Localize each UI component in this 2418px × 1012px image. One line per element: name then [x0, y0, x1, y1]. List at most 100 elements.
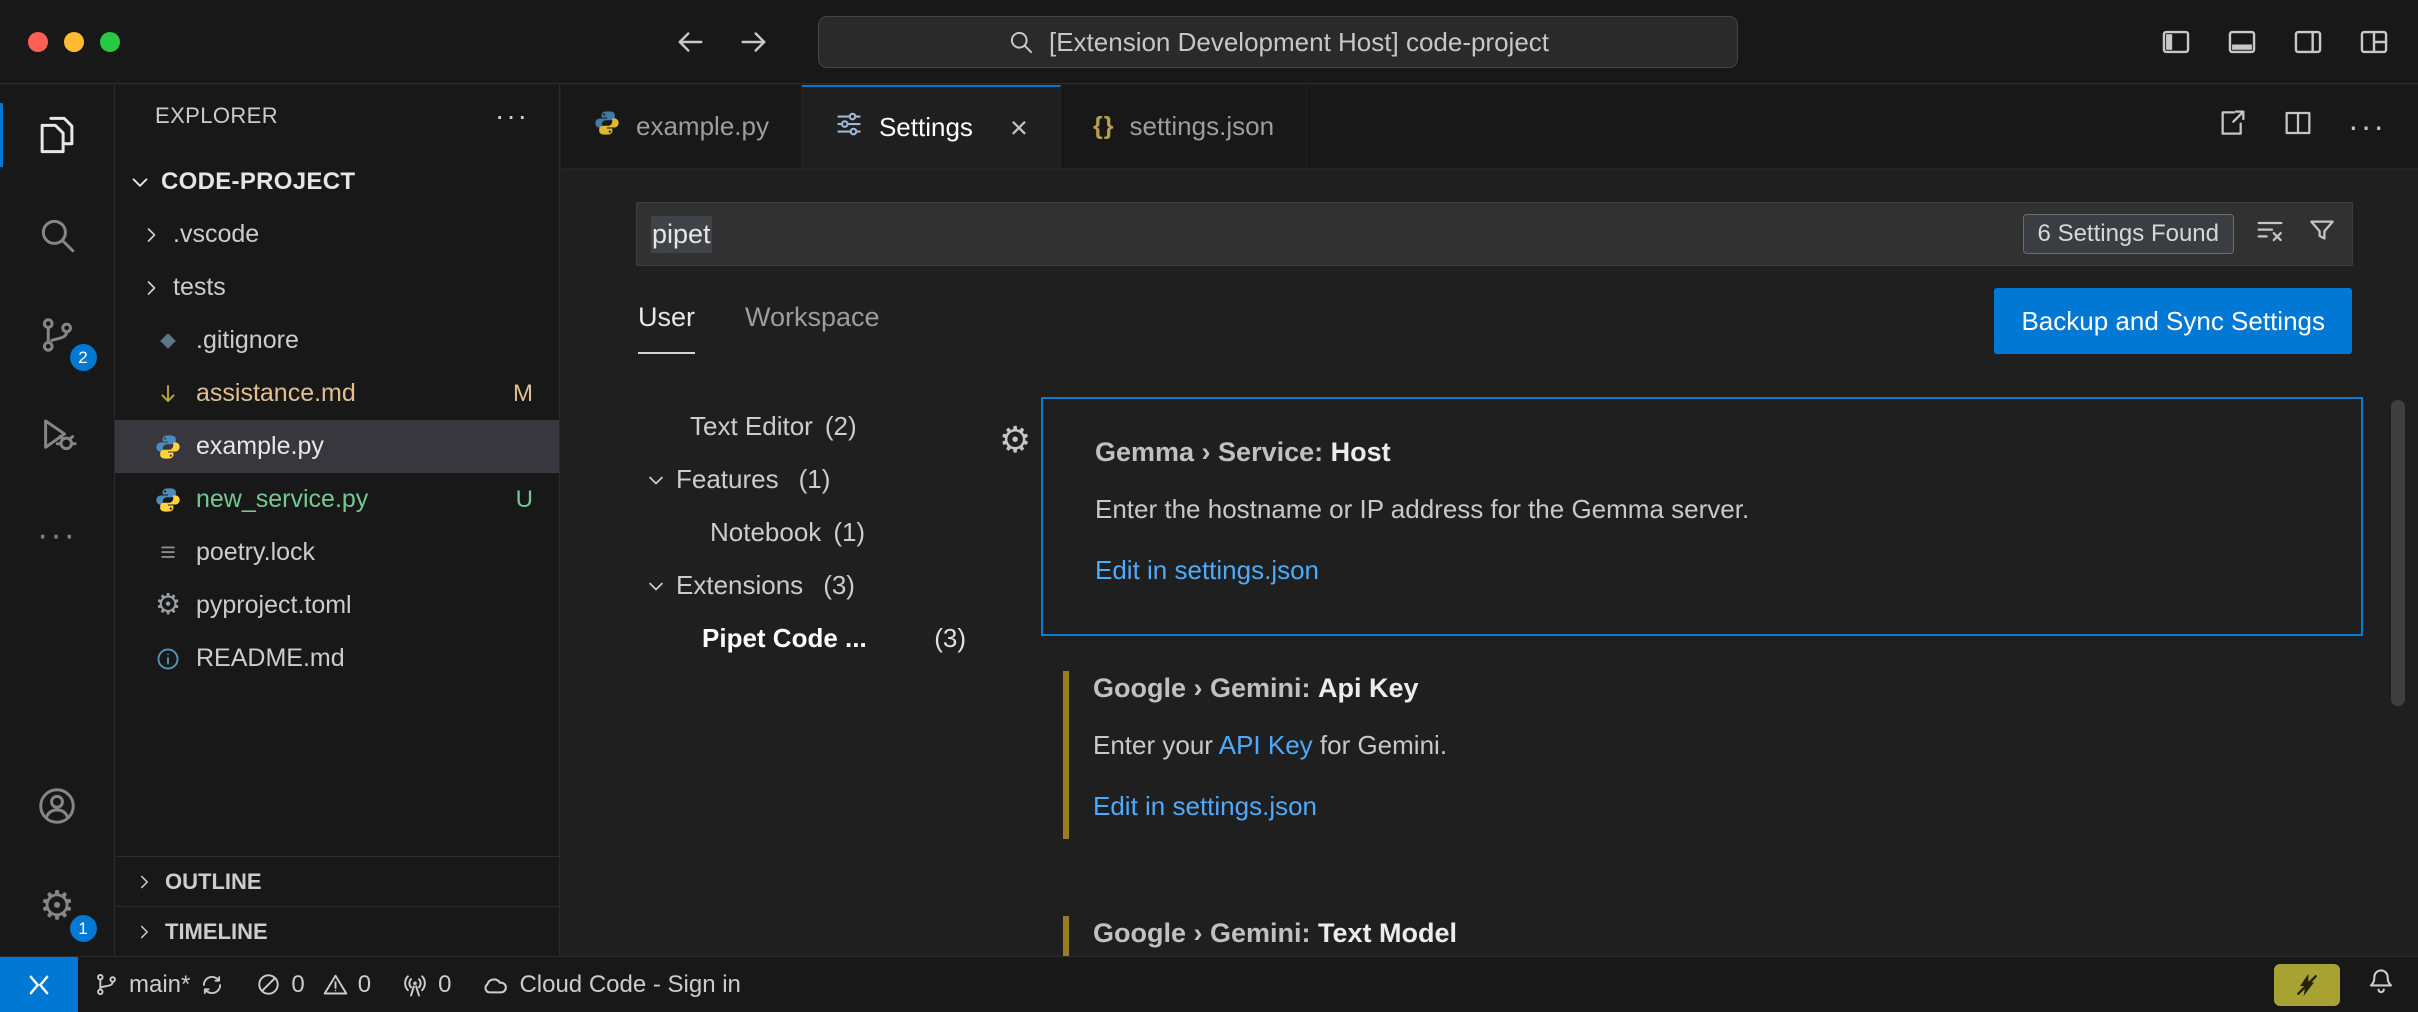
settings-gear-icon[interactable]: ⚙ 1	[0, 856, 115, 956]
settings-editor: pipet 6 Settings Found User Workspace Ba…	[561, 170, 2418, 956]
title-bar: [Extension Development Host] code-projec…	[0, 0, 2418, 84]
tab-settings-json[interactable]: {} settings.json	[1061, 85, 1307, 168]
setting-description: Enter the hostname or IP address for the…	[1095, 493, 2321, 525]
backup-sync-settings-button[interactable]: Backup and Sync Settings	[1994, 288, 2352, 354]
modified-indicator	[1063, 671, 1069, 839]
source-control-view-icon[interactable]: 2	[0, 285, 115, 385]
remote-icon	[24, 970, 54, 1000]
explorer-view-icon[interactable]	[0, 85, 115, 185]
toc-features[interactable]: Features (1)	[636, 453, 966, 506]
toggle-secondary-sidebar-icon[interactable]	[2290, 24, 2326, 60]
close-tab-icon[interactable]: ×	[1010, 112, 1028, 143]
warnings-count: 0	[358, 971, 371, 999]
tab-settings[interactable]: Settings ×	[802, 85, 1061, 168]
sync-icon	[199, 972, 225, 998]
warnings-icon	[322, 971, 349, 998]
search-controls: 6 Settings Found	[2023, 214, 2338, 254]
accounts-icon[interactable]	[0, 756, 115, 856]
close-window-button[interactable]	[28, 32, 48, 52]
cloud-icon	[481, 970, 510, 999]
tree-item-tests[interactable]: tests	[115, 261, 559, 314]
ports-status[interactable]: 0	[386, 957, 466, 1012]
open-settings-json-icon[interactable]	[2216, 107, 2248, 146]
more-views-icon[interactable]: ···	[0, 485, 115, 585]
problems-status[interactable]: 0 0	[240, 957, 386, 1012]
outline-section[interactable]: OUTLINE	[115, 856, 559, 906]
chevron-right-icon	[133, 921, 155, 943]
settings-search-input[interactable]: pipet 6 Settings Found	[636, 202, 2353, 266]
edit-in-settings-json-link[interactable]: Edit in settings.json	[1095, 555, 2321, 586]
cloud-code-label: Cloud Code - Sign in	[519, 971, 740, 999]
settings-scope-tabs: User Workspace	[638, 296, 880, 354]
search-view-icon[interactable]	[0, 185, 115, 285]
setting-title: Google › Gemini: Text Model	[1093, 916, 2323, 950]
edit-in-settings-json-link[interactable]: Edit in settings.json	[1093, 791, 2323, 822]
minimize-window-button[interactable]	[64, 32, 84, 52]
settings-sliders-icon	[834, 109, 864, 146]
editor-region: example.py Settings × {} settings.json ·…	[561, 85, 2418, 956]
modified-indicator	[1063, 916, 1069, 956]
lightning-off-icon[interactable]	[2274, 964, 2340, 1006]
forward-button[interactable]	[736, 24, 772, 60]
chevron-right-icon	[139, 223, 163, 247]
tree-item-readme-md[interactable]: README.md	[115, 632, 559, 685]
toc-text-editor[interactable]: Text Editor (2)	[636, 400, 966, 453]
customize-layout-icon[interactable]	[2356, 24, 2392, 60]
activity-bar: 2 ··· ⚙ 1	[0, 85, 115, 956]
setting-row-gear-icon[interactable]: ⚙	[999, 422, 1031, 458]
branch-icon	[93, 971, 120, 998]
tree-item-example-py[interactable]: example.py	[115, 420, 559, 473]
errors-count: 0	[291, 971, 304, 999]
settings-gear-badge: 1	[70, 915, 97, 942]
filter-settings-icon[interactable]	[2306, 215, 2338, 254]
setting-gemma-service-host[interactable]: Gemma › Service: Host Enter the hostname…	[1041, 397, 2363, 636]
timeline-section[interactable]: TIMELINE	[115, 906, 559, 956]
branch-name: main*	[129, 971, 190, 999]
tab-example-py[interactable]: example.py	[561, 85, 802, 168]
scope-tab-user[interactable]: User	[638, 296, 695, 354]
cloud-code-status[interactable]: Cloud Code - Sign in	[466, 957, 755, 1012]
tree-item-poetry-lock[interactable]: ≡ poetry.lock	[115, 526, 559, 579]
json-braces-icon: {}	[1093, 112, 1114, 141]
tree-item-assistance-md[interactable]: assistance.md M	[115, 367, 559, 420]
run-debug-view-icon[interactable]	[0, 385, 115, 485]
history-nav	[672, 0, 772, 84]
status-bar: main* 0 0 0 Cloud Code - Sign in	[0, 956, 2418, 1012]
setting-google-gemini-text-model[interactable]: Google › Gemini: Text Model	[1041, 902, 2363, 956]
layout-controls	[2158, 0, 2392, 84]
settings-scrollbar[interactable]	[2391, 400, 2405, 706]
toml-gear-icon: ⚙	[153, 591, 183, 620]
clear-search-results-icon[interactable]	[2254, 215, 2286, 254]
notifications-bell-icon[interactable]	[2366, 966, 2396, 1003]
toggle-panel-icon[interactable]	[2224, 24, 2260, 60]
toc-notebook[interactable]: Notebook (1)	[636, 506, 966, 559]
explorer-sidebar: EXPLORER ··· CODE-PROJECT .vscode tests …	[115, 85, 560, 956]
setting-google-gemini-api-key[interactable]: Google › Gemini: Api Key Enter your API …	[1041, 657, 2363, 853]
back-button[interactable]	[672, 24, 708, 60]
tree-item-pyproject-toml[interactable]: ⚙ pyproject.toml	[115, 579, 559, 632]
scm-changes-badge: 2	[70, 344, 97, 371]
status-right	[2274, 964, 2418, 1006]
remote-indicator[interactable]	[0, 957, 78, 1012]
chevron-down-icon	[644, 468, 668, 492]
toc-extensions[interactable]: Extensions (3)	[636, 559, 966, 612]
toggle-primary-sidebar-icon[interactable]	[2158, 24, 2194, 60]
tree-root-code-project[interactable]: CODE-PROJECT	[115, 155, 559, 208]
setting-title: Gemma › Service: Host	[1095, 435, 2321, 469]
toc-pipet-code[interactable]: Pipet Code ... (3)	[636, 612, 966, 665]
tree-item-gitignore[interactable]: .gitignore	[115, 314, 559, 367]
scope-tab-workspace[interactable]: Workspace	[745, 296, 880, 354]
api-key-link[interactable]: API Key	[1219, 730, 1313, 760]
command-center-title: [Extension Development Host] code-projec…	[1049, 27, 1549, 58]
split-editor-icon[interactable]	[2282, 107, 2314, 146]
more-actions-icon[interactable]: ···	[2348, 108, 2386, 145]
command-center[interactable]: [Extension Development Host] code-projec…	[818, 16, 1738, 68]
python-file-icon	[153, 486, 183, 514]
traffic-lights	[28, 0, 120, 84]
zoom-window-button[interactable]	[100, 32, 120, 52]
tree-item-vscode[interactable]: .vscode	[115, 208, 559, 261]
setting-title: Google › Gemini: Api Key	[1093, 671, 2323, 705]
explorer-more-actions-icon[interactable]: ···	[495, 100, 529, 132]
git-branch-status[interactable]: main*	[78, 957, 240, 1012]
tree-item-new-service-py[interactable]: new_service.py U	[115, 473, 559, 526]
